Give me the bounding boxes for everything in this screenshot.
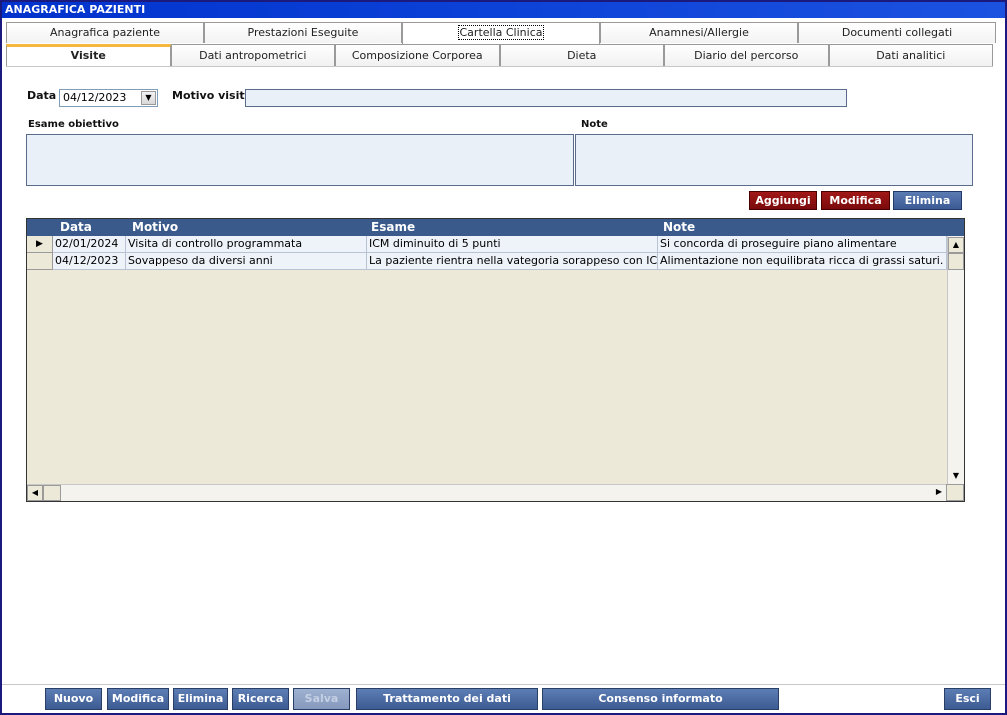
horizontal-scrollbar[interactable]: ◀ ▶: [27, 484, 947, 501]
informed-consent-button[interactable]: Consenso informato: [542, 688, 779, 710]
visit-reason-label: Motivo visita: [172, 89, 253, 102]
date-value: 04/12/2023: [63, 91, 127, 104]
tab-dati-antropometrici[interactable]: Dati antropometrici: [170, 44, 335, 66]
cell-data[interactable]: 04/12/2023: [53, 253, 126, 270]
save-button[interactable]: Salva: [293, 688, 350, 710]
tab-label: Anamnesi/Allergie: [649, 26, 749, 39]
bottom-toolbar: Nuovo Modifica Elimina Ricerca Salva Tra…: [2, 684, 1005, 713]
current-row-indicator-icon: ▶: [27, 236, 53, 253]
table-row[interactable]: 04/12/2023 Sovappeso da diversi anni La …: [27, 253, 947, 270]
scroll-thumb-horizontal[interactable]: [43, 485, 61, 501]
tab-label: Documenti collegati: [841, 26, 953, 39]
column-header-data[interactable]: Data: [60, 219, 92, 236]
scroll-up-icon[interactable]: ▲: [948, 237, 964, 253]
add-button[interactable]: Aggiungi: [749, 191, 817, 210]
delete-button[interactable]: Elimina: [893, 191, 962, 210]
vertical-scrollbar[interactable]: ▲ ▼: [947, 236, 964, 485]
data-processing-button[interactable]: Trattamento dei dati: [356, 688, 538, 710]
date-picker[interactable]: 04/12/2023 ▼: [59, 89, 158, 107]
search-button[interactable]: Ricerca: [232, 688, 289, 710]
column-header-note[interactable]: Note: [663, 219, 695, 236]
date-label: Data: [27, 89, 57, 102]
scroll-thumb[interactable]: [948, 253, 964, 270]
tab-diario-del-percorso[interactable]: Diario del percorso: [664, 44, 829, 66]
chevron-down-icon[interactable]: ▼: [141, 91, 156, 105]
new-button[interactable]: Nuovo: [45, 688, 102, 710]
tab-cartella-clinica[interactable]: Cartella Clinica: [402, 22, 600, 44]
edit-record-button[interactable]: Modifica: [107, 688, 169, 710]
tab-documenti-collegati[interactable]: Documenti collegati: [798, 22, 996, 43]
exit-button[interactable]: Esci: [944, 688, 991, 710]
cell-esame[interactable]: La paziente rientra nella vategoria sora…: [367, 253, 658, 270]
scroll-down-icon[interactable]: ▼: [948, 469, 964, 485]
visits-table: Data Motivo Esame Note ▶ 02/01/2024 Visi…: [26, 218, 965, 502]
tab-dati-analitici[interactable]: Dati analitici: [828, 44, 993, 66]
row-selector[interactable]: [27, 253, 53, 270]
scroll-right-icon[interactable]: ▶: [931, 485, 947, 501]
tab-label: Prestazioni Eseguite: [247, 26, 359, 39]
scroll-left-icon[interactable]: ◀: [27, 485, 43, 501]
column-header-esame[interactable]: Esame: [371, 219, 415, 236]
tab-label: Anagrafica paziente: [49, 26, 161, 39]
objective-exam-textarea[interactable]: [26, 134, 574, 186]
cell-esame[interactable]: ICM diminuito di 5 punti: [367, 236, 658, 253]
tab-visite[interactable]: Visite: [6, 44, 171, 68]
visit-reason-input[interactable]: [245, 89, 847, 107]
patient-registry-window: ANAGRAFICA PAZIENTI Anagrafica paziente …: [0, 0, 1007, 715]
notes-label: Note: [581, 119, 608, 130]
objective-exam-label: Esame obiettivo: [28, 119, 119, 130]
column-header-motivo[interactable]: Motivo: [132, 219, 178, 236]
tab-label: Cartella Clinica: [457, 25, 545, 40]
main-tabs: Anagrafica paziente Prestazioni Eseguite…: [6, 22, 996, 44]
table-row[interactable]: ▶ 02/01/2024 Visita di controllo program…: [27, 236, 947, 253]
cell-note[interactable]: Alimentazione non equilibrata ricca di g…: [658, 253, 947, 270]
tab-anagrafica-paziente[interactable]: Anagrafica paziente: [6, 22, 204, 43]
scrollbar-corner: [946, 484, 964, 501]
cell-data[interactable]: 02/01/2024: [53, 236, 126, 253]
table-header: Data Motivo Esame Note: [27, 219, 964, 236]
notes-textarea[interactable]: [575, 134, 973, 186]
tab-prestazioni-eseguite[interactable]: Prestazioni Eseguite: [204, 22, 402, 43]
tab-dieta[interactable]: Dieta: [499, 44, 664, 66]
edit-button[interactable]: Modifica: [821, 191, 890, 210]
delete-record-button[interactable]: Elimina: [173, 688, 228, 710]
window-title: ANAGRAFICA PAZIENTI: [2, 2, 1005, 18]
cell-motivo[interactable]: Visita di controllo programmata: [126, 236, 367, 253]
sub-tabs: Visite Dati antropometrici Composizione …: [6, 44, 993, 68]
tab-composizione-corporea[interactable]: Composizione Corporea: [335, 44, 500, 66]
tab-anamnesi-allergie[interactable]: Anamnesi/Allergie: [600, 22, 798, 43]
cell-motivo[interactable]: Sovappeso da diversi anni: [126, 253, 367, 270]
cell-note[interactable]: Si concorda di proseguire piano alimenta…: [658, 236, 947, 253]
